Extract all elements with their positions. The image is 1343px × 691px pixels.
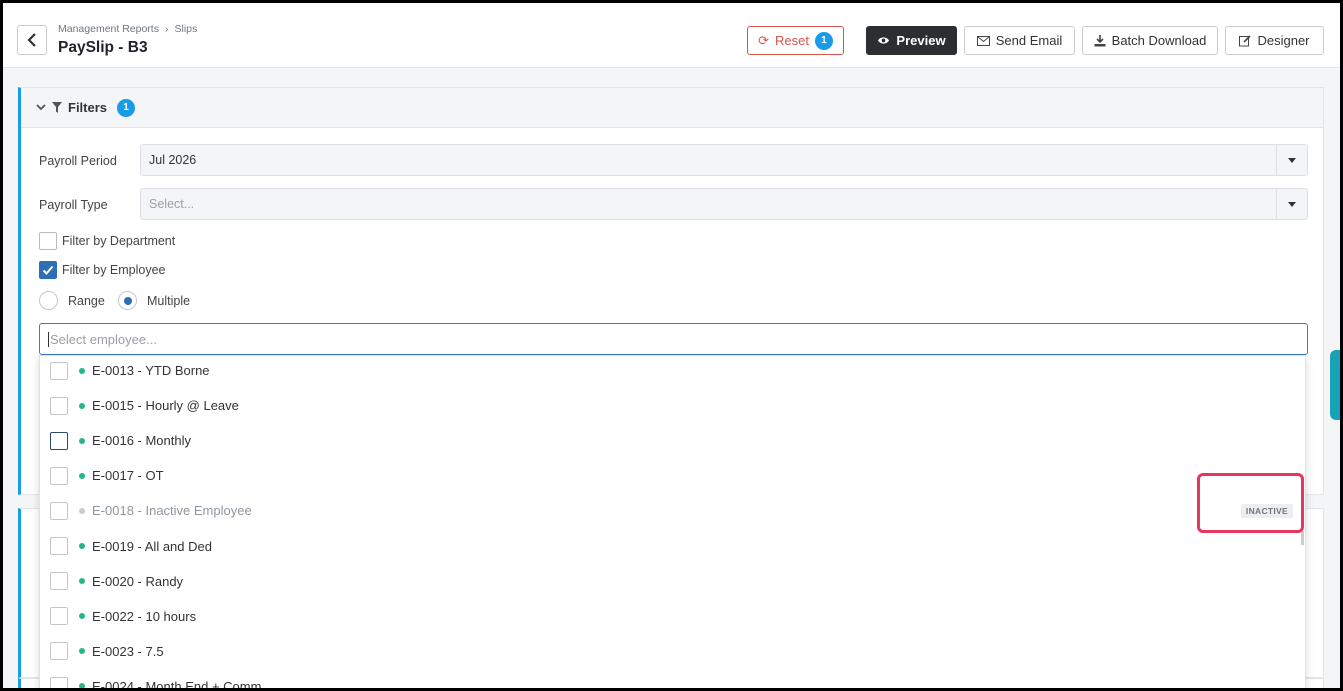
caret-down-icon bbox=[1276, 189, 1307, 219]
annotation-highlight-box bbox=[1197, 473, 1304, 533]
employee-option-label: E-0016 - Monthly bbox=[92, 433, 191, 449]
employee-option[interactable]: E-0020 - Randy bbox=[40, 564, 1305, 599]
page-header: Management Reports › Slips PaySlip - B3 … bbox=[3, 3, 1340, 68]
reset-button[interactable]: ⟳ Reset 1 bbox=[747, 26, 844, 55]
multiple-label: Multiple bbox=[147, 294, 191, 308]
active-status-dot-icon bbox=[79, 683, 85, 688]
filter-by-department-label: Filter by Department bbox=[62, 234, 176, 248]
employee-option[interactable]: E-0013 - YTD Borne bbox=[40, 356, 1305, 388]
active-status-dot-icon bbox=[79, 367, 85, 374]
side-drawer-tab[interactable] bbox=[1330, 350, 1340, 420]
active-status-dot-icon bbox=[79, 543, 85, 549]
employee-option-label: E-0023 - 7.5 bbox=[92, 643, 164, 659]
employee-option[interactable]: E-0023 - 7.5 bbox=[40, 634, 1305, 669]
filter-by-employee-checkbox[interactable] bbox=[39, 261, 57, 279]
active-status-dot-icon bbox=[79, 648, 85, 655]
employee-option-checkbox[interactable] bbox=[50, 572, 68, 591]
range-label: Range bbox=[68, 294, 105, 308]
preview-label: Preview bbox=[896, 33, 946, 48]
employee-option-label: E-0017 - OT bbox=[92, 468, 164, 484]
employee-option-checkbox[interactable] bbox=[50, 396, 68, 415]
preview-button[interactable]: Preview bbox=[866, 26, 957, 55]
employee-search-input[interactable]: Select employee... bbox=[39, 323, 1308, 355]
payroll-type-label: Payroll Type bbox=[39, 198, 108, 212]
employee-dropdown-list: E-0013 - YTD Borne E-0015 - Hourly @ Leav… bbox=[39, 355, 1306, 691]
employee-option-checkbox[interactable] bbox=[50, 466, 68, 485]
batch-download-button[interactable]: Batch Download bbox=[1082, 26, 1218, 55]
filters-count-badge: 1 bbox=[117, 98, 136, 117]
employee-option[interactable]: E-0019 - All and Ded bbox=[40, 529, 1305, 564]
reset-label: Reset bbox=[774, 33, 809, 48]
send-email-button[interactable]: Send Email bbox=[964, 26, 1075, 55]
employee-option[interactable]: E-0022 - 10 hours bbox=[40, 599, 1305, 634]
text-cursor bbox=[48, 331, 49, 347]
reset-count-badge: 1 bbox=[814, 31, 833, 50]
employee-option-label: E-0024 - Month End + Comm bbox=[92, 678, 262, 691]
edit-icon bbox=[1239, 34, 1252, 46]
send-email-label: Send Email bbox=[995, 33, 1063, 48]
employee-option[interactable]: E-0015 - Hourly @ Leave bbox=[40, 388, 1305, 423]
caret-down-icon bbox=[1276, 145, 1307, 175]
filter-by-department-checkbox[interactable] bbox=[39, 232, 57, 250]
payroll-type-placeholder: Select... bbox=[149, 197, 195, 211]
payroll-type-select[interactable]: Select... bbox=[140, 188, 1308, 220]
employee-search-placeholder: Select employee... bbox=[50, 331, 157, 347]
designer-button[interactable]: Designer bbox=[1225, 26, 1324, 55]
employee-option[interactable]: E-0024 - Month End + Comm bbox=[40, 669, 1305, 691]
employee-option-label: E-0020 - Randy bbox=[92, 573, 184, 589]
filter-icon bbox=[52, 102, 62, 113]
active-status-dot-icon bbox=[79, 402, 85, 409]
active-status-dot-icon bbox=[79, 613, 85, 620]
envelope-icon bbox=[976, 35, 990, 46]
payroll-period-select[interactable]: Jul 2026 bbox=[140, 144, 1308, 176]
chevron-down-icon bbox=[36, 104, 46, 111]
active-status-dot-icon bbox=[79, 437, 85, 444]
employee-option-label: E-0013 - YTD Borne bbox=[92, 363, 210, 378]
employee-option-label: E-0019 - All and Ded bbox=[92, 538, 212, 554]
breadcrumb: Management Reports › Slips bbox=[58, 23, 197, 35]
employee-option-checkbox[interactable] bbox=[50, 677, 68, 688]
payroll-period-value: Jul 2026 bbox=[149, 153, 197, 167]
employee-option-checkbox[interactable] bbox=[50, 431, 68, 450]
employee-option-checkbox[interactable] bbox=[50, 501, 68, 520]
page-title: PaySlip - B3 bbox=[58, 39, 148, 56]
breadcrumb-item-management-reports[interactable]: Management Reports bbox=[58, 23, 159, 35]
breadcrumb-separator-icon: › bbox=[164, 23, 169, 35]
employee-option-checkbox[interactable] bbox=[50, 642, 68, 661]
employee-option-label: E-0018 - Inactive Employee bbox=[92, 503, 252, 519]
filter-by-employee-label: Filter by Employee bbox=[62, 263, 166, 277]
employee-option[interactable]: E-0017 - OT bbox=[40, 458, 1305, 493]
employee-option-label: E-0015 - Hourly @ Leave bbox=[92, 398, 239, 414]
filters-header[interactable]: Filters 1 bbox=[21, 88, 1323, 128]
filters-title: Filters bbox=[68, 100, 108, 115]
eye-icon bbox=[878, 37, 890, 44]
inactive-status-dot-icon bbox=[79, 507, 85, 514]
employee-option-checkbox[interactable] bbox=[50, 607, 68, 626]
breadcrumb-item-slips[interactable]: Slips bbox=[174, 23, 197, 35]
payroll-period-label: Payroll Period bbox=[39, 154, 117, 168]
checkmark-icon bbox=[42, 265, 54, 275]
employee-option[interactable]: E-0018 - Inactive Employee INACTIVE bbox=[40, 493, 1305, 528]
batch-download-label: Batch Download bbox=[1111, 33, 1207, 48]
employee-option[interactable]: E-0016 - Monthly bbox=[40, 423, 1305, 458]
refresh-icon: ⟳ bbox=[758, 32, 769, 48]
chevron-left-icon bbox=[27, 33, 36, 47]
employee-option-label: E-0022 - 10 hours bbox=[92, 608, 197, 624]
range-radio[interactable] bbox=[39, 291, 58, 310]
dropdown-scrollbar-thumb[interactable] bbox=[1301, 531, 1304, 545]
back-button[interactable] bbox=[17, 25, 47, 55]
designer-label: Designer bbox=[1257, 33, 1310, 48]
app-frame: Management Reports › Slips PaySlip - B3 … bbox=[0, 0, 1343, 691]
employee-option-checkbox[interactable] bbox=[50, 361, 68, 380]
download-icon bbox=[1094, 34, 1106, 46]
employee-option-checkbox[interactable] bbox=[50, 537, 68, 555]
active-status-dot-icon bbox=[79, 472, 85, 479]
active-status-dot-icon bbox=[79, 578, 85, 585]
multiple-radio[interactable] bbox=[118, 291, 137, 310]
